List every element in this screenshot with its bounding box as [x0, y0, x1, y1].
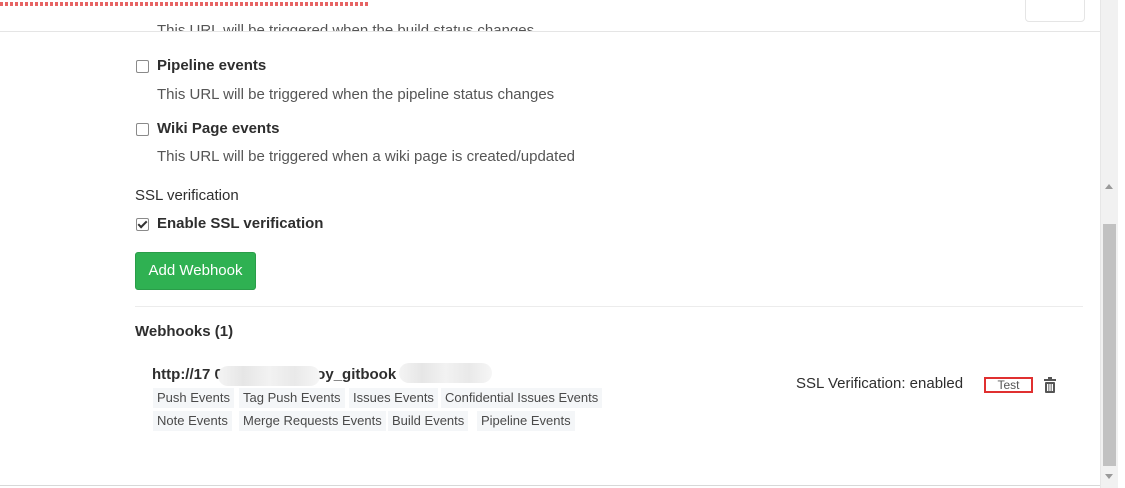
scroll-down-arrow-icon[interactable]	[1105, 474, 1113, 479]
scroll-up-arrow-icon[interactable]	[1105, 184, 1113, 189]
event-tag: Note Events	[153, 411, 232, 431]
test-webhook-button[interactable]: Test	[984, 377, 1033, 393]
top-right-button[interactable]	[1025, 0, 1085, 22]
vertical-scrollbar[interactable]	[1100, 0, 1118, 488]
event-tag: Confidential Issues Events	[441, 388, 603, 408]
ssl-verification-checkbox[interactable]	[136, 218, 149, 231]
spellcheck-underline	[0, 2, 370, 6]
wiki-page-events-label: Wiki Page events	[157, 120, 280, 137]
build-events-description: This URL will be triggered when the buil…	[157, 22, 535, 32]
section-divider	[135, 306, 1083, 307]
event-tag: Pipeline Events	[477, 411, 575, 431]
event-tag: Tag Push Events	[239, 388, 345, 408]
pipeline-events-description: This URL will be triggered when the pipe…	[157, 86, 555, 103]
redacted-blur	[218, 366, 320, 386]
redacted-blur	[399, 363, 492, 383]
event-tag: Issues Events	[349, 388, 438, 408]
add-webhook-button[interactable]: Add Webhook	[135, 252, 256, 290]
ssl-status-text: SSL Verification: enabled	[796, 375, 964, 392]
pipeline-events-label: Pipeline events	[157, 57, 267, 74]
bottom-border	[0, 485, 1100, 486]
event-tag: Merge Requests Events	[239, 411, 386, 431]
event-tag: Build Events	[388, 411, 469, 431]
pipeline-events-checkbox[interactable]	[136, 60, 149, 73]
ssl-verification-heading: SSL verification	[135, 187, 239, 204]
wiki-page-events-description: This URL will be triggered when a wiki p…	[157, 148, 576, 165]
event-tag: Push Events	[153, 388, 234, 408]
top-strip: This URL will be triggered when the buil…	[0, 0, 1100, 32]
wiki-page-events-checkbox[interactable]	[136, 123, 149, 136]
webhooks-title: Webhooks (1)	[135, 323, 234, 340]
scroll-thumb[interactable]	[1103, 224, 1116, 466]
trash-icon[interactable]	[1043, 377, 1057, 393]
ssl-verification-label: Enable SSL verification	[157, 215, 324, 232]
